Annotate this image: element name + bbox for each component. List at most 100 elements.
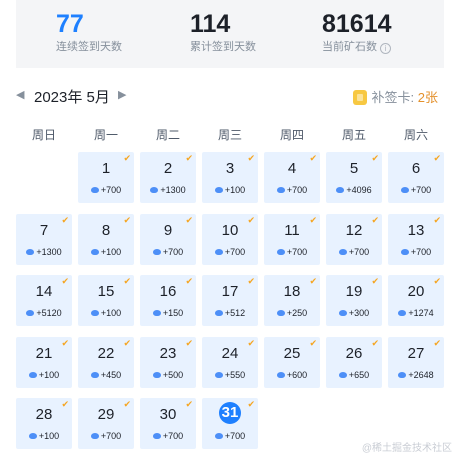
day-reward: +650 (326, 370, 382, 380)
day-reward: +450 (78, 370, 134, 380)
reward-value: +700 (224, 246, 246, 257)
reward-value: +512 (224, 308, 246, 318)
check-icon: ✔ (309, 276, 317, 286)
check-icon: ✔ (309, 153, 317, 163)
day-reward: +700 (264, 185, 320, 195)
calendar-day[interactable]: 7 ✔ +1300 (16, 213, 72, 265)
calendar-day[interactable]: 5 ✔ +4096 (326, 152, 382, 203)
ore-icon (214, 433, 223, 439)
day-reward: +700 (388, 185, 444, 195)
reward-value: +700 (162, 431, 184, 441)
day-reward: +1300 (140, 185, 196, 195)
calendar-day[interactable]: 30 ✔ +700 (140, 398, 196, 449)
calendar-day[interactable]: 15 ✔ +100 (78, 275, 134, 326)
check-icon: ✔ (371, 214, 379, 225)
check-icon: ✔ (61, 214, 69, 225)
calendar-day[interactable]: 24 ✔ +550 (202, 336, 258, 388)
check-icon: ✔ (61, 399, 69, 409)
check-icon: ✔ (61, 337, 69, 348)
ore-icon (398, 371, 407, 378)
weekday-label: 周日 (31, 128, 56, 142)
check-icon: ✔ (371, 337, 379, 348)
ore-icon (214, 371, 223, 378)
check-icon: ✔ (61, 276, 69, 286)
day-reward: +700 (78, 185, 134, 195)
day-reward: +100 (16, 370, 72, 380)
reward-value: +100 (100, 246, 122, 257)
reward-value: +100 (100, 308, 122, 318)
ore-icon (90, 433, 99, 439)
month-title: 2023年 5月 (34, 89, 110, 106)
ore-icon (152, 248, 161, 255)
reward-value: +1300 (36, 246, 62, 257)
day-reward: +300 (326, 308, 382, 318)
ore-icon (26, 248, 35, 255)
ore-icon (338, 371, 347, 378)
calendar-day[interactable]: 28 ✔ +100 (16, 398, 72, 449)
prev-month-icon[interactable]: ◀ (16, 88, 24, 101)
calendar-day[interactable]: 26 ✔ +650 (326, 336, 382, 388)
check-icon: ✔ (185, 399, 193, 409)
total-days-value: 114 (190, 10, 231, 38)
reward-value: +700 (410, 246, 432, 257)
day-reward: +700 (202, 247, 258, 257)
day-reward: +250 (264, 308, 320, 318)
check-icon: ✔ (433, 153, 441, 163)
ore-icon (214, 187, 223, 193)
calendar-day[interactable]: 13 ✔ +700 (388, 213, 444, 265)
check-icon: ✔ (309, 214, 317, 225)
calendar-day[interactable]: 20 ✔ +1274 (388, 275, 444, 326)
ore-icon (400, 248, 409, 255)
day-reward: +700 (140, 247, 196, 257)
next-month-icon[interactable]: ▶ (118, 88, 126, 101)
consecutive-days-label: 连续签到天数 (56, 41, 122, 53)
makeup-card-label: 补签卡: (371, 90, 418, 105)
calendar-day[interactable]: 14 ✔ +5120 (16, 275, 72, 326)
calendar-day[interactable]: 31 ✔ +700 (202, 398, 258, 449)
calendar-day[interactable]: 29 ✔ +700 (78, 398, 134, 449)
reward-value: +700 (162, 246, 184, 257)
calendar-day[interactable]: 1 ✔ +700 (78, 152, 134, 203)
ore-count-value: 81614 (322, 10, 392, 38)
makeup-card[interactable]: 补签卡: 2张 (352, 87, 438, 106)
weekday-label: 周四 (279, 128, 304, 142)
day-reward: +500 (140, 370, 196, 380)
total-days-stat: 114 累计签到天数 (190, 8, 256, 54)
weekday-label: 周六 (403, 128, 428, 142)
calendar-day[interactable]: 8 ✔ +100 (78, 213, 134, 265)
calendar-day[interactable]: 17 ✔ +512 (202, 275, 258, 326)
weekday-label: 周二 (155, 128, 180, 142)
calendar-day[interactable]: 6 ✔ +700 (388, 152, 444, 203)
calendar-day[interactable]: 12 ✔ +700 (326, 213, 382, 265)
calendar-day[interactable]: 16 ✔ +150 (140, 275, 196, 326)
reward-value: +1300 (160, 185, 186, 195)
calendar-day[interactable]: 2 ✔ +1300 (140, 152, 196, 203)
reward-value: +600 (286, 369, 308, 380)
calendar-day[interactable]: 21 ✔ +100 (16, 336, 72, 388)
check-icon: ✔ (123, 214, 131, 225)
calendar-day[interactable]: 25 ✔ +600 (264, 336, 320, 388)
calendar-day[interactable]: 4 ✔ +700 (264, 152, 320, 203)
reward-value: +700 (348, 246, 370, 257)
ore-icon (28, 371, 37, 378)
day-reward: +1300 (16, 247, 72, 257)
calendar-day[interactable]: 9 ✔ +700 (140, 213, 196, 265)
ore-icon (276, 187, 285, 193)
calendar-day[interactable]: 22 ✔ +450 (78, 336, 134, 388)
calendar-day[interactable]: 19 ✔ +300 (326, 275, 382, 326)
calendar-day[interactable]: 18 ✔ +250 (264, 275, 320, 326)
check-icon: ✔ (185, 153, 193, 163)
calendar-day[interactable]: 11 ✔ +700 (264, 213, 320, 265)
ore-icon (214, 248, 223, 255)
calendar-day[interactable]: 27 ✔ +2648 (388, 336, 444, 388)
reward-value: +500 (162, 369, 184, 380)
calendar-day[interactable]: 10 ✔ +700 (202, 213, 258, 265)
ore-icon (26, 310, 35, 316)
calendar-day[interactable]: 23 ✔ +500 (140, 336, 196, 388)
ore-icon (276, 371, 285, 378)
calendar-day[interactable]: 3 ✔ +100 (202, 152, 258, 203)
ore-icon (336, 187, 345, 193)
check-icon: ✔ (247, 214, 255, 225)
info-icon[interactable]: i (380, 43, 391, 54)
reward-value: +100 (38, 431, 60, 441)
